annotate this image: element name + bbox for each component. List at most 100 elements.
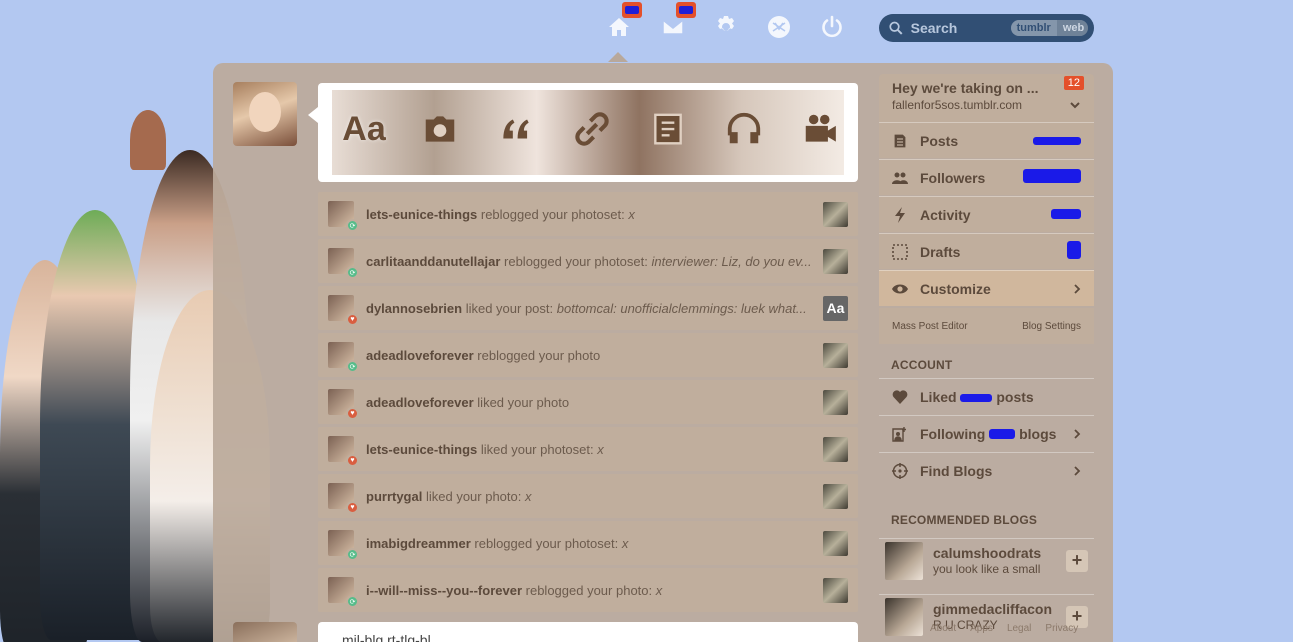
notification-detail: x xyxy=(621,535,629,551)
camera-icon xyxy=(425,116,455,142)
blog-title: Hey we're taking on ... xyxy=(892,80,1039,96)
footer-links: About Apps Legal Privacy xyxy=(880,623,1100,634)
notification-user[interactable]: adeadloveforever xyxy=(366,395,474,410)
sidebar-item-activity[interactable]: Activity xyxy=(879,196,1094,232)
heart-icon: ♥ xyxy=(346,407,359,420)
sidebar-item-posts[interactable]: Posts xyxy=(879,122,1094,158)
recommended-section-label: RECOMMENDED BLOGS xyxy=(891,513,1038,527)
notification-user[interactable]: lets-eunice-things xyxy=(366,207,477,222)
notification-user[interactable]: purrtygal xyxy=(366,489,422,504)
power-icon[interactable] xyxy=(817,12,847,42)
reblog-icon: ⟳ xyxy=(346,360,359,373)
notification-avatar[interactable]: ♥ xyxy=(328,436,359,467)
notification-action: liked your photo: xyxy=(425,488,522,504)
recommended-blog-name[interactable]: gimmedacliffacon xyxy=(933,601,1053,617)
notification-thumbnail[interactable] xyxy=(823,577,848,603)
notification-thumbnail[interactable] xyxy=(823,248,848,274)
notification-avatar[interactable]: ⟳ xyxy=(328,201,359,232)
search-icon xyxy=(889,21,903,35)
footer-link-legal[interactable]: Legal xyxy=(1007,623,1031,634)
notification-row[interactable]: ♥ lets-eunice-things liked your photoset:… xyxy=(318,427,858,471)
notification-user[interactable]: i--will--miss--you--forever xyxy=(366,583,522,598)
notification-row[interactable]: ♥ dylannosebrien liked your post: bottomc… xyxy=(318,286,858,330)
notification-row[interactable]: ♥ adeadloveforever liked your photo xyxy=(318,380,858,424)
sidebar-item-liked[interactable]: Liked posts xyxy=(879,378,1094,414)
footer-link-about[interactable]: About xyxy=(930,623,956,634)
notification-thumbnail[interactable] xyxy=(823,530,848,556)
notification-avatar[interactable]: ⟳ xyxy=(328,342,359,373)
notification-thumbnail[interactable]: Aa xyxy=(823,295,848,321)
quote-icon xyxy=(503,119,529,139)
sidebar-item-label: Drafts xyxy=(920,243,961,260)
search-scope-toggle[interactable]: tumblr web xyxy=(1010,20,1088,36)
notification-avatar[interactable]: ⟳ xyxy=(328,577,359,608)
sidebar-item-label: Customize xyxy=(920,280,991,297)
notification-user[interactable]: carlitaanddanutellajar xyxy=(366,254,500,269)
notification-row[interactable]: ⟳ imabigdreammer reblogged your photoset:… xyxy=(318,521,858,565)
notification-thumbnail[interactable] xyxy=(823,483,848,509)
heart-icon: ♥ xyxy=(346,313,359,326)
blog-selector[interactable]: Hey we're taking on ... fallenfor5sos.tu… xyxy=(879,74,1094,122)
notification-row[interactable]: ♥ purrtygal liked your photo: x xyxy=(318,474,858,518)
notification-row[interactable]: ⟳ carlitaanddanutellajar reblogged your p… xyxy=(318,239,858,283)
mail-icon[interactable] xyxy=(658,2,696,42)
blog-settings-link[interactable]: Blog Settings xyxy=(1022,321,1081,332)
notification-avatar[interactable]: ♥ xyxy=(328,483,359,514)
notification-avatar[interactable]: ♥ xyxy=(328,295,359,326)
user-avatar[interactable] xyxy=(233,82,297,146)
recommended-blog[interactable]: calumshoodrats you look like a small + xyxy=(879,538,1094,582)
recommended-blog-name[interactable]: calumshoodrats xyxy=(933,545,1053,561)
mass-post-editor-link[interactable]: Mass Post Editor xyxy=(892,321,968,332)
notification-row[interactable]: ⟳ adeadloveforever reblogged your photo xyxy=(318,333,858,377)
notification-action: liked your post: xyxy=(465,300,554,316)
post-photo-button[interactable] xyxy=(418,104,462,154)
notification-thumbnail[interactable] xyxy=(823,436,848,462)
notification-user[interactable]: dylannosebrien xyxy=(366,301,462,316)
notification-user[interactable]: imabigdreammer xyxy=(366,536,471,551)
notification-avatar[interactable]: ⟳ xyxy=(328,530,359,561)
footer-link-apps[interactable]: Apps xyxy=(970,623,993,634)
search-input[interactable] xyxy=(910,20,1011,36)
sidebar-item-label: Posts xyxy=(920,132,959,149)
notification-action: reblogged your photoset: xyxy=(504,253,648,269)
chevron-down-icon[interactable] xyxy=(1070,100,1080,110)
sidebar-item-drafts[interactable]: Drafts xyxy=(879,233,1094,269)
gear-icon[interactable] xyxy=(711,12,741,42)
compass-icon xyxy=(892,462,908,479)
chevron-right-icon xyxy=(1074,283,1081,294)
sidebar-item-customize[interactable]: Customize xyxy=(879,270,1094,306)
home-icon[interactable] xyxy=(604,2,642,42)
search-bar[interactable]: tumblr web xyxy=(879,14,1094,42)
notification-row[interactable]: ⟳ i--will--miss--you--forever reblogged y… xyxy=(318,568,858,612)
footer-link-privacy[interactable]: Privacy xyxy=(1045,623,1078,634)
followers-count xyxy=(1023,169,1081,186)
notification-text: i--will--miss--you--forever reblogged yo… xyxy=(366,583,821,598)
scope-tumblr[interactable]: tumblr xyxy=(1010,20,1057,36)
avatar-pointer xyxy=(308,107,318,123)
notification-detail: interviewer: Liz, do you ev... xyxy=(651,253,812,269)
notification-user[interactable]: lets-eunice-things xyxy=(366,442,477,457)
post-quote-button[interactable] xyxy=(494,104,538,154)
sidebar-item-followers[interactable]: Followers xyxy=(879,159,1094,195)
notification-avatar[interactable]: ♥ xyxy=(328,389,359,420)
notification-avatar[interactable]: ⟳ xyxy=(328,248,359,279)
notification-detail: x xyxy=(525,488,532,504)
post-link-button[interactable] xyxy=(570,104,614,154)
post-audio-button[interactable] xyxy=(722,104,766,154)
post-chat-button[interactable] xyxy=(646,104,690,154)
scope-web[interactable]: web xyxy=(1056,20,1088,36)
post-video-button[interactable] xyxy=(798,104,842,154)
follow-plus-button[interactable]: + xyxy=(1066,549,1088,572)
notification-row[interactable]: ⟳ lets-eunice-things reblogged your photo… xyxy=(318,192,858,236)
link-icon xyxy=(575,112,609,146)
notification-user[interactable]: adeadloveforever xyxy=(366,348,474,363)
notification-thumbnail[interactable] xyxy=(823,389,848,415)
post-text-button[interactable]: Aa xyxy=(342,104,386,154)
sidebar-item-find-blogs[interactable]: Find Blogs xyxy=(879,452,1094,488)
post-avatar[interactable] xyxy=(233,622,297,642)
sidebar-item-following[interactable]: Following blogs xyxy=(879,415,1094,451)
recommended-blog-avatar[interactable] xyxy=(885,541,923,580)
xkit-icon[interactable] xyxy=(764,12,794,42)
notification-thumbnail[interactable] xyxy=(823,201,848,227)
notification-thumbnail[interactable] xyxy=(823,342,848,368)
